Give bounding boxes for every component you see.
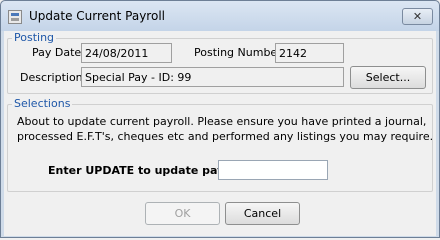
close-icon: ✕ [412, 10, 423, 23]
cancel-button[interactable]: Cancel [225, 202, 300, 225]
dialog-window: Update Current Payroll ✕ Posting Pay Dat… [0, 0, 440, 238]
dialog-body: Posting Pay Date: 24/08/2011 Posting Num… [4, 31, 436, 236]
description-label: Description: [20, 71, 87, 84]
update-message-line-2: processed E.F.T's, cheques etc and perfo… [17, 130, 434, 143]
close-button[interactable]: ✕ [402, 8, 433, 25]
posting-number-field[interactable]: 2142 [275, 43, 344, 63]
posting-number-label: Posting Number: [194, 46, 286, 59]
ok-button[interactable]: OK [145, 202, 220, 225]
description-field[interactable]: Special Pay - ID: 99 [81, 67, 344, 87]
title-bar[interactable]: Update Current Payroll ✕ [1, 1, 439, 31]
update-confirm-input[interactable] [218, 160, 328, 180]
window-title: Update Current Payroll [29, 9, 165, 23]
posting-legend: Posting [12, 31, 57, 44]
select-button[interactable]: Select... [350, 66, 426, 89]
update-message-line-1: About to update current payroll. Please … [17, 115, 427, 128]
update-confirm-label: Enter UPDATE to update pay: [48, 164, 229, 177]
selections-legend: Selections [12, 97, 73, 110]
payroll-window-icon [8, 10, 22, 24]
pay-date-label: Pay Date: [32, 46, 85, 59]
pay-date-field[interactable]: 24/08/2011 [81, 43, 172, 63]
